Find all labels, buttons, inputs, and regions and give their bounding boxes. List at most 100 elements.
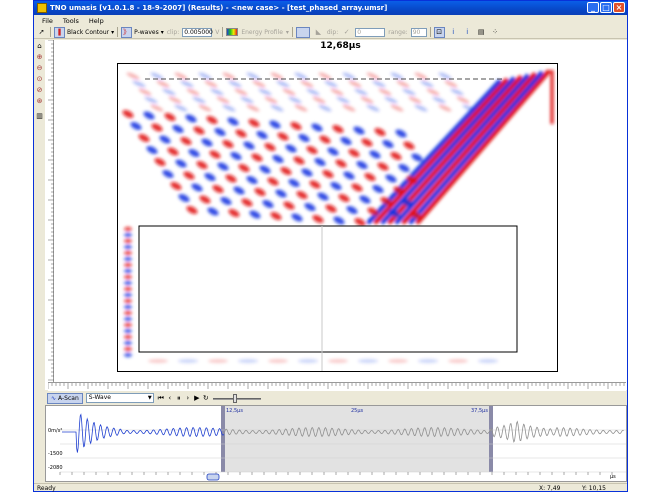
range-input[interactable]: 90 — [410, 27, 427, 37]
wave-ripple — [366, 104, 380, 112]
wave-ripple — [450, 88, 464, 96]
wave-blob — [243, 141, 255, 150]
wave-blob — [188, 149, 200, 157]
gate-end-handle[interactable] — [489, 406, 493, 472]
wave-ripple — [312, 96, 326, 104]
ascan-button[interactable]: ∿ A-Scan — [47, 392, 83, 404]
wave-blob — [162, 170, 174, 178]
specimen-block[interactable] — [138, 225, 518, 353]
menu-bar: File Tools Help — [34, 15, 627, 26]
wave-ripple — [144, 96, 158, 104]
time-cursor-handle[interactable] — [206, 473, 220, 481]
check-icon[interactable]: ✓ — [341, 27, 352, 38]
loop-icon[interactable]: ↻ — [202, 394, 210, 403]
home-icon[interactable]: ⌂ — [36, 42, 44, 50]
maximize-button[interactable]: □ — [600, 2, 612, 13]
wave-ripple — [168, 96, 182, 104]
wave-blob — [151, 123, 163, 132]
wave-ripple — [246, 104, 260, 112]
wave-ripple — [324, 80, 338, 88]
status-text: Ready — [37, 484, 56, 492]
wave-ripple — [258, 88, 272, 96]
info-alt-icon[interactable]: i — [462, 27, 473, 38]
next-frame-icon[interactable]: › — [184, 394, 192, 403]
zoom-reset-icon[interactable]: ⊘ — [36, 86, 44, 94]
wave-ripple — [306, 88, 320, 96]
simulation-view[interactable]: 12,68µs — [54, 40, 627, 390]
wave-blob — [277, 132, 289, 141]
pause-icon[interactable]: ⏸ — [175, 394, 183, 403]
wave-blob — [204, 173, 216, 181]
wave-blob — [312, 215, 324, 223]
energy-profile-icon[interactable] — [226, 28, 239, 36]
zoom-window-icon[interactable]: ⊙ — [36, 75, 44, 83]
wavefield-image — [122, 69, 554, 371]
wave-ripple — [156, 80, 170, 88]
edge-reflection — [124, 322, 132, 328]
menu-help[interactable]: Help — [89, 17, 104, 25]
edge-reflection — [124, 256, 132, 262]
wave-ripple — [252, 80, 266, 88]
wave-blob — [291, 213, 303, 222]
wave-blob — [238, 164, 250, 172]
wave-blob — [398, 164, 410, 172]
slider-thumb[interactable] — [232, 393, 237, 403]
menu-tools[interactable]: Tools — [63, 17, 79, 25]
wave-ripple — [342, 104, 356, 112]
wave-blob — [191, 183, 203, 192]
edge-reflection — [124, 316, 132, 322]
contour-mode-select[interactable]: ❚ Black Contour ▾ — [54, 26, 114, 38]
playback-speed-slider[interactable] — [212, 393, 261, 403]
zoom-fit-icon[interactable]: ⊡ — [433, 26, 445, 38]
vertical-ruler-ticks — [48, 39, 54, 389]
table-icon[interactable]: ▤ — [476, 27, 487, 38]
wavefront-stripe — [401, 72, 537, 225]
pointer-tool-icon[interactable]: ➚ — [36, 27, 47, 38]
energy-profile-label[interactable]: Energy Profile — [241, 29, 283, 36]
minimize-button[interactable]: _ — [587, 2, 599, 13]
wave-mode-select[interactable]: 》 P-waves ▾ — [121, 26, 164, 38]
wave-ripple — [330, 88, 344, 96]
wave-blob — [235, 129, 247, 138]
close-button[interactable]: × — [613, 2, 625, 13]
wave-blob — [220, 197, 232, 205]
menu-file[interactable]: File — [42, 17, 53, 25]
wave-type-select[interactable]: S-Wave ▼ — [85, 393, 154, 403]
wave-blob — [377, 162, 389, 171]
dip-input[interactable]: 0 — [355, 27, 386, 37]
chart-icon[interactable]: ▥ — [36, 112, 44, 120]
previous-frame-icon[interactable]: ‹ — [166, 394, 174, 403]
edge-reflection — [124, 226, 132, 232]
gate-region[interactable] — [221, 406, 493, 472]
wave-blob — [146, 146, 158, 154]
wave-ripple — [336, 96, 350, 104]
gate-start-handle[interactable] — [221, 406, 225, 472]
wave-blob — [374, 128, 386, 136]
wavefield-canvas[interactable] — [117, 63, 558, 372]
info-icon[interactable]: i — [448, 27, 459, 38]
zoom-out-icon[interactable]: ⊖ — [36, 64, 44, 72]
wave-blob — [364, 173, 376, 181]
play-icon[interactable]: ▶ — [193, 394, 201, 403]
clip-input[interactable]: 0.005000 — [182, 27, 213, 37]
wave-ripple — [384, 96, 398, 104]
wave-blob — [230, 152, 242, 160]
wave-blob — [338, 194, 350, 202]
transducer-icon[interactable]: ◣ — [313, 27, 324, 38]
edge-reflection — [124, 310, 132, 316]
lower-ripple — [358, 359, 378, 363]
wave-blob — [346, 206, 358, 214]
wave-blob — [264, 143, 276, 151]
grid-icon[interactable]: ⁘ — [490, 27, 501, 38]
edge-reflection — [124, 280, 132, 286]
toolbar-separator — [222, 27, 224, 37]
ascan-y-label-zero: 0m/s² — [48, 428, 62, 434]
wave-ripple — [210, 88, 224, 96]
first-frame-icon[interactable]: ⏮ — [157, 394, 165, 403]
view-toggle-icon[interactable] — [295, 26, 310, 38]
wave-blob — [262, 200, 274, 208]
zoom-extent-icon[interactable]: ⊛ — [36, 97, 44, 105]
ascan-plot[interactable]: 0m/s² -1500 -2080 12,5µs 25µs 37,5µs µs — [45, 405, 627, 482]
zoom-in-icon[interactable]: ⊕ — [36, 53, 44, 61]
lower-ripple — [178, 359, 198, 363]
